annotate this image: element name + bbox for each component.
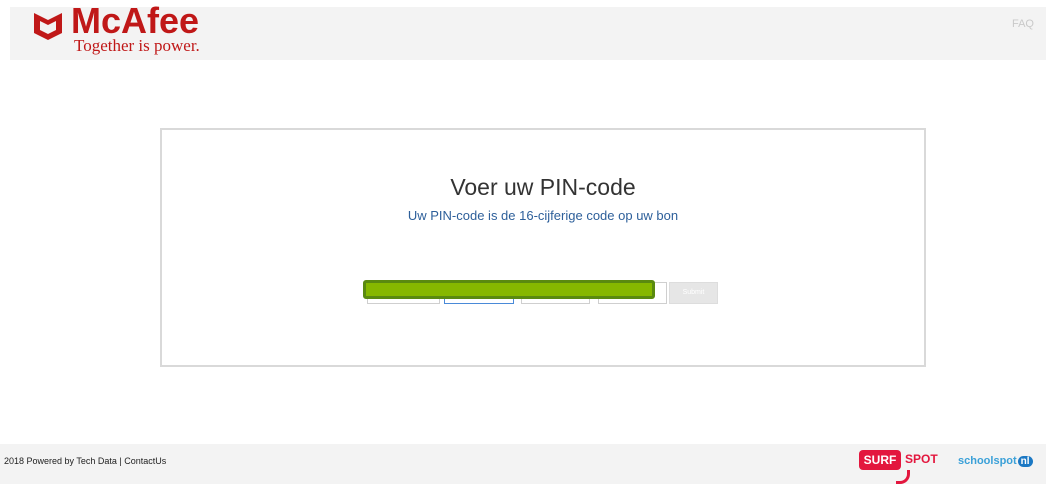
mcafee-shield-icon — [34, 13, 62, 40]
page-subtitle: Uw PIN-code is de 16-cijferige code op u… — [407, 208, 679, 223]
surf-hook-icon — [896, 470, 910, 484]
page-title: Voer uw PIN-code — [450, 174, 636, 200]
redaction-highlight — [363, 280, 655, 299]
schoolspot-tld: nl — [1017, 456, 1033, 467]
logo-tagline: Together is power. — [74, 36, 200, 55]
copyright-text: 2018 Powered by Tech Data | — [4, 456, 125, 466]
submit-button[interactable]: Submit — [669, 282, 718, 304]
schoolspot-logo[interactable]: schoolspot nl — [958, 455, 1033, 467]
schoolspot-label: schoolspot — [958, 455, 1017, 467]
header-bar: McAfee Together is power. FAQ — [10, 0, 1046, 60]
footer-text: 2018 Powered by Tech Data | ContactUs — [4, 456, 166, 466]
faq-link[interactable]: FAQ — [1012, 18, 1034, 30]
contact-us-link[interactable]: ContactUs — [124, 456, 166, 466]
footer-bar: 2018 Powered by Tech Data | ContactUs SU… — [0, 444, 1046, 484]
spot-label: SPOT — [905, 452, 938, 466]
surf-badge: SURF — [859, 450, 901, 470]
pin-card: Voer uw PIN-code Uw PIN-code is de 16-ci… — [160, 128, 926, 367]
